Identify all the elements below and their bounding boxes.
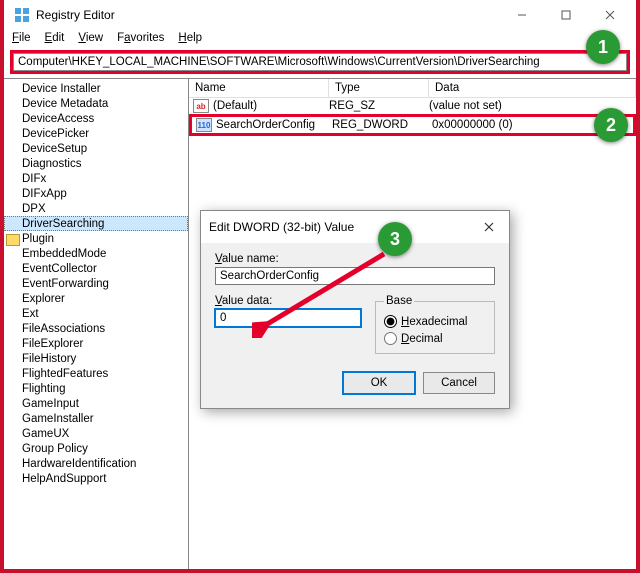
tree-item[interactable]: Plugin	[4, 231, 188, 246]
tree-item[interactable]: GameInput	[4, 396, 188, 411]
tree-item[interactable]: EventForwarding	[4, 276, 188, 291]
menu-file[interactable]: File	[12, 32, 31, 44]
tree-item[interactable]: DIFxApp	[4, 186, 188, 201]
tree-item[interactable]: FileExplorer	[4, 336, 188, 351]
tree-item[interactable]: Explorer	[4, 291, 188, 306]
title-bar: Registry Editor	[4, 0, 636, 30]
tree-item[interactable]: Device Metadata	[4, 96, 188, 111]
value-rows: ab(Default)REG_SZ(value not set)110Searc…	[189, 98, 636, 136]
tree-item[interactable]: Ext	[4, 306, 188, 321]
tree-item[interactable]: GameUX	[4, 426, 188, 441]
menu-help[interactable]: Help	[178, 32, 202, 44]
address-highlight	[10, 50, 630, 74]
dword-icon: 110	[196, 118, 212, 132]
step-badge-3: 3	[378, 222, 412, 256]
tree-item[interactable]: FileAssociations	[4, 321, 188, 336]
tree-item[interactable]: DIFx	[4, 171, 188, 186]
tree-item[interactable]: FileHistory	[4, 351, 188, 366]
col-data[interactable]: Data	[429, 79, 636, 97]
window-title: Registry Editor	[36, 8, 500, 22]
tree-item[interactable]: GameInstaller	[4, 411, 188, 426]
string-icon: ab	[193, 99, 209, 113]
dialog-title: Edit DWORD (32-bit) Value	[209, 220, 477, 234]
tree-item[interactable]: HardwareIdentification	[4, 456, 188, 471]
ok-button[interactable]: OK	[343, 372, 415, 394]
tree-item[interactable]: DeviceAccess	[4, 111, 188, 126]
value-row[interactable]: 110SearchOrderConfigREG_DWORD0x00000000 …	[189, 114, 636, 136]
value-row[interactable]: ab(Default)REG_SZ(value not set)	[189, 98, 636, 114]
value-type: REG_DWORD	[332, 119, 432, 131]
menu-view[interactable]: View	[78, 32, 103, 44]
tree-item[interactable]: DeviceSetup	[4, 141, 188, 156]
step-badge-1: 1	[586, 30, 620, 64]
close-button[interactable]	[588, 1, 632, 29]
tree-item[interactable]: Device Installer	[4, 81, 188, 96]
menu-bar: File Edit View Favorites Help	[4, 30, 636, 48]
value-type: REG_SZ	[329, 100, 429, 112]
cancel-button[interactable]: Cancel	[423, 372, 495, 394]
regedit-icon	[14, 7, 30, 23]
menu-favorites[interactable]: Favorites	[117, 32, 164, 44]
arrow-annotation	[252, 248, 402, 338]
tree-item[interactable]: FlightedFeatures	[4, 366, 188, 381]
tree-item[interactable]: DPX	[4, 201, 188, 216]
column-headers: Name Type Data	[189, 79, 636, 98]
tree-item[interactable]: Group Policy	[4, 441, 188, 456]
tree-item[interactable]: EmbeddedMode	[4, 246, 188, 261]
minimize-button[interactable]	[500, 1, 544, 29]
step-badge-2: 2	[594, 108, 628, 142]
tree-item[interactable]: DriverSearching	[4, 216, 188, 231]
tree-item[interactable]: HelpAndSupport	[4, 471, 188, 486]
tree-item[interactable]: Diagnostics	[4, 156, 188, 171]
dialog-close-button[interactable]	[477, 217, 501, 237]
maximize-button[interactable]	[544, 1, 588, 29]
tree-item[interactable]: Flighting	[4, 381, 188, 396]
tree-item[interactable]: EventCollector	[4, 261, 188, 276]
col-type[interactable]: Type	[329, 79, 429, 97]
address-bar[interactable]	[13, 53, 627, 71]
value-name: SearchOrderConfig	[216, 119, 332, 131]
menu-edit[interactable]: Edit	[45, 32, 65, 44]
tree-pane[interactable]: Device InstallerDevice MetadataDeviceAcc…	[4, 79, 189, 569]
dialog-titlebar: Edit DWORD (32-bit) Value	[201, 211, 509, 243]
tree-item[interactable]: DevicePicker	[4, 126, 188, 141]
value-name: (Default)	[213, 100, 329, 112]
col-name[interactable]: Name	[189, 79, 329, 97]
